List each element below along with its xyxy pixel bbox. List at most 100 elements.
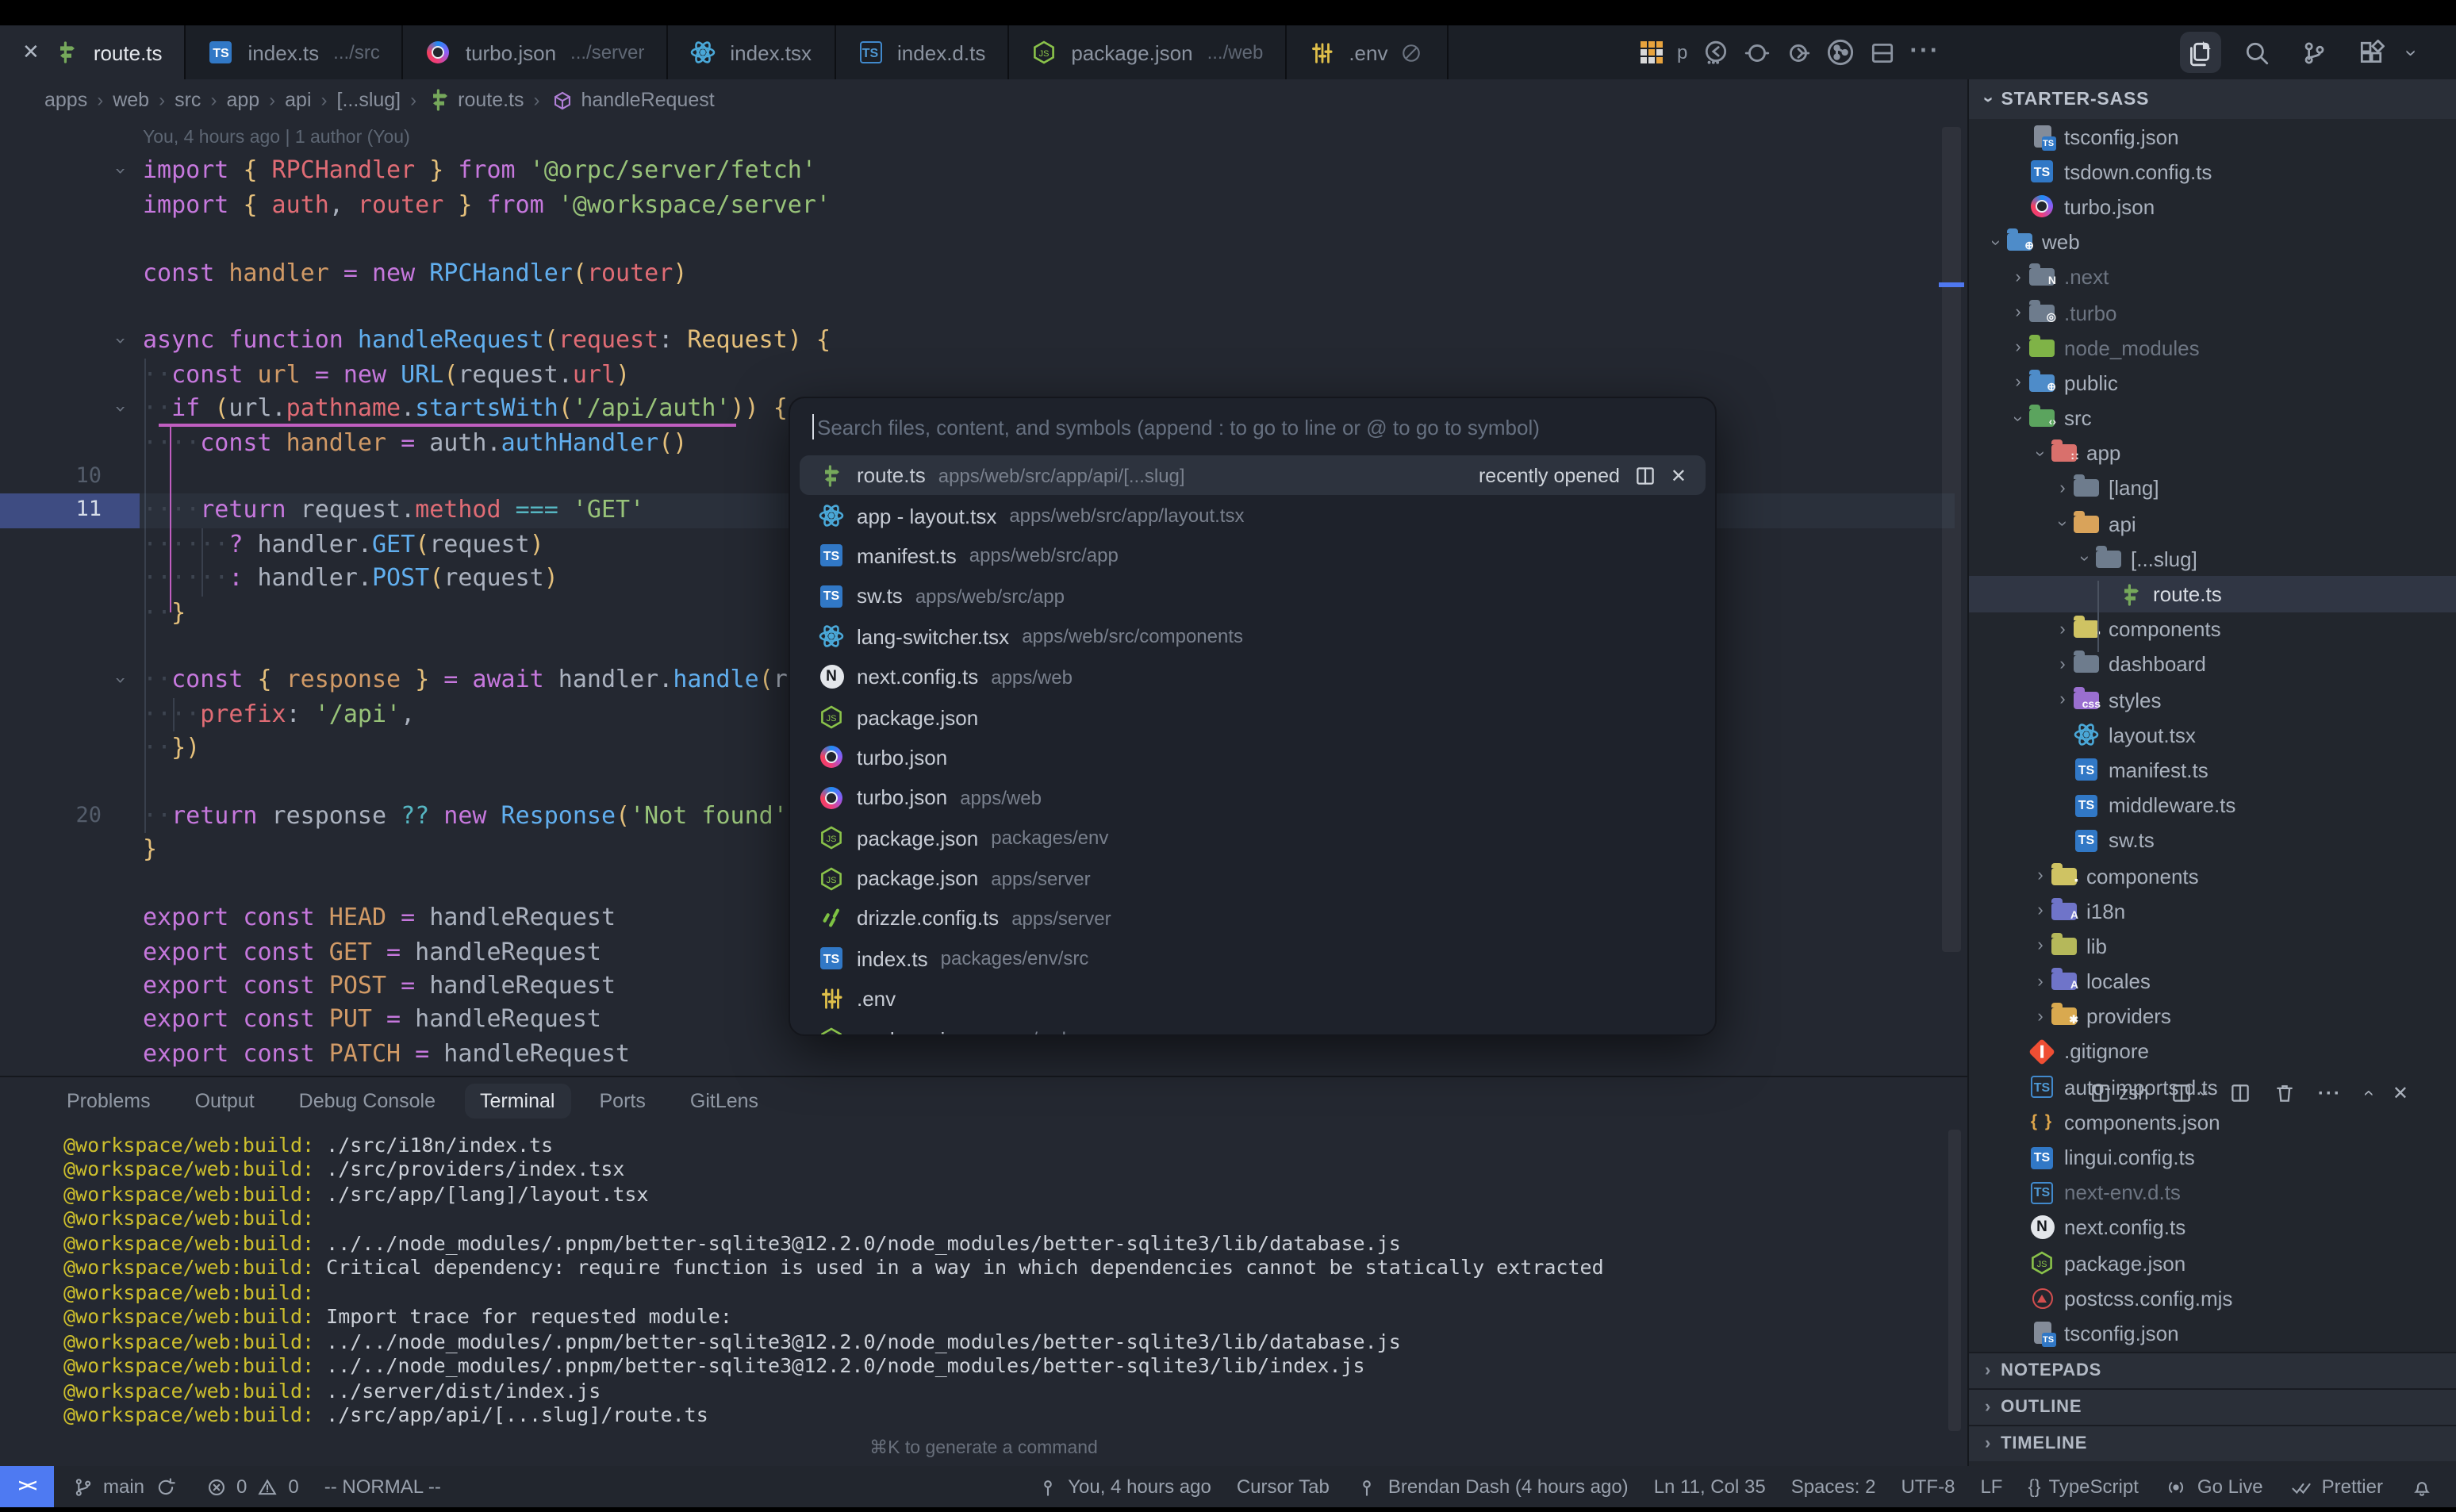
chevron-down-icon[interactable]: ›	[2400, 49, 2423, 56]
tree-item-node_modules[interactable]: ›node_modules	[1969, 330, 2456, 365]
tree-item-[lang][interactable]: ›[lang]	[1969, 471, 2456, 506]
breadcrumb-item[interactable]: app	[226, 89, 259, 111]
sidebar-section-OUTLINE[interactable]: ›OUTLINE	[1969, 1387, 2456, 1424]
language-status[interactable]: {} TypeScript	[2028, 1476, 2138, 1498]
cursor-tab-status[interactable]: Cursor Tab	[1237, 1476, 1330, 1498]
breadcrumb-item[interactable]: handleRequest	[550, 87, 715, 113]
tree-item-.turbo[interactable]: ›◎.turbo	[1969, 295, 2456, 330]
quick-open-item-next.config.ts[interactable]: Nnext.config.tsapps/web	[800, 657, 1706, 697]
tree-item-layout.tsx[interactable]: layout.tsx	[1969, 717, 2456, 752]
panel-tab-Output[interactable]: Output	[179, 1084, 271, 1119]
tree-item-middleware.ts[interactable]: TSmiddleware.ts	[1969, 788, 2456, 823]
explorer-header[interactable]: › STARTER-SASS	[1969, 79, 2456, 119]
terminal-output[interactable]: @workspace/web:build: ./src/i18n/index.t…	[63, 1133, 1604, 1427]
panel-tab-Problems[interactable]: Problems	[51, 1084, 167, 1119]
quick-open-item-package.json[interactable]: JSpackage.json	[800, 697, 1706, 738]
terminal-shell-item[interactable]: zsh	[2089, 1082, 2148, 1104]
quick-open-item-manifest.ts[interactable]: TSmanifest.tsapps/web/src/app	[800, 536, 1706, 577]
blame-status[interactable]: You, 4 hours ago	[1034, 1474, 1211, 1499]
quick-open-item-route.ts[interactable]: route.tsapps/web/src/app/api/[...slug]re…	[800, 455, 1706, 496]
tree-item-api[interactable]: ›api	[1969, 506, 2456, 541]
quick-open-item-index.ts[interactable]: TSindex.tspackages/env/src	[800, 938, 1706, 979]
close-panel-icon[interactable]: ✕	[2393, 1082, 2408, 1104]
tree-item-app[interactable]: ›∷app	[1969, 436, 2456, 470]
breadcrumb-item[interactable]: src	[175, 89, 201, 111]
quick-open-item-drizzle.config.ts[interactable]: drizzle.config.tsapps/server	[800, 899, 1706, 939]
extension-grid-icon[interactable]	[1641, 41, 1663, 63]
tree-item-lingui.config.ts[interactable]: TSlingui.config.ts	[1969, 1140, 2456, 1175]
split-terminal-button[interactable]: ›	[2171, 1082, 2207, 1104]
quick-open-input[interactable]: Search files, content, and symbols (appe…	[790, 398, 1715, 455]
nav-back-icon[interactable]	[1702, 39, 1729, 66]
editor-tab-package.json[interactable]: JSpackage.json.../web	[1009, 25, 1287, 79]
search-icon[interactable]	[2236, 32, 2278, 73]
tree-item-providers[interactable]: ›✱providers	[1969, 999, 2456, 1034]
tree-item-.gitignore[interactable]: .gitignore	[1969, 1034, 2456, 1069]
indentation-status[interactable]: Spaces: 2	[1791, 1476, 1876, 1498]
git-branch-status[interactable]: main	[70, 1474, 178, 1499]
breadcrumb-item[interactable]: web	[113, 89, 149, 111]
tree-item-.next[interactable]: ›N.next	[1969, 260, 2456, 295]
panel-tab-GitLens[interactable]: GitLens	[674, 1084, 774, 1119]
editor-tab-route.ts[interactable]: ✕route.ts	[0, 25, 186, 79]
editor-tab-index.ts[interactable]: TSindex.ts.../src	[186, 25, 404, 79]
split-editor-icon[interactable]	[1868, 39, 1895, 66]
editor-tab-index.d.ts[interactable]: TSindex.d.ts	[835, 25, 1009, 79]
more-actions-icon[interactable]: ···	[2318, 1082, 2342, 1104]
close-icon[interactable]: ✕	[1671, 464, 1687, 486]
problems-status[interactable]: 0 0	[203, 1474, 299, 1499]
breadcrumb-item[interactable]: [...slug]	[337, 89, 401, 111]
tree-item-styles[interactable]: ›cssstyles	[1969, 682, 2456, 717]
quick-open-item-turbo.json[interactable]: turbo.json	[800, 737, 1706, 777]
quick-open-item-sw.ts[interactable]: TSsw.tsapps/web/src/app	[800, 576, 1706, 616]
panel-tab-Terminal[interactable]: Terminal	[464, 1084, 571, 1119]
breadcrumb-item[interactable]: api	[285, 89, 311, 111]
tree-item-turbo.json[interactable]: turbo.json	[1969, 190, 2456, 224]
tree-item-i18n[interactable]: ›Ai18n	[1969, 893, 2456, 928]
tree-item-route.ts[interactable]: route.ts	[1969, 577, 2456, 612]
trash-icon[interactable]	[2274, 1082, 2296, 1104]
source-control-icon[interactable]	[2293, 32, 2335, 73]
tree-item-next.config.ts[interactable]: Nnext.config.ts	[1969, 1211, 2456, 1245]
tree-item-public[interactable]: ›⊕public	[1969, 366, 2456, 401]
tree-item-components.json[interactable]: { }components.json	[1969, 1105, 2456, 1140]
tree-item-tsconfig.json[interactable]: tsconfig.json	[1969, 119, 2456, 154]
terminal-scrollbar[interactable]	[1948, 1130, 1961, 1431]
tree-item-manifest.ts[interactable]: TSmanifest.ts	[1969, 753, 2456, 788]
pin-icon[interactable]: p	[1677, 41, 1687, 63]
tree-item-sw.ts[interactable]: TSsw.ts	[1969, 823, 2456, 858]
panel-tab-Ports[interactable]: Ports	[584, 1084, 662, 1119]
tree-item-locales[interactable]: ›Alocales	[1969, 964, 2456, 999]
tree-item-components[interactable]: ›▪components	[1969, 612, 2456, 647]
notifications-bell[interactable]	[2408, 1474, 2434, 1499]
fold-chevron-icon[interactable]: ›	[108, 155, 133, 189]
tree-item-next-env.d.ts[interactable]: TSnext-env.d.ts	[1969, 1175, 2456, 1210]
quick-open-item-turbo.json[interactable]: turbo.jsonapps/web	[800, 777, 1706, 818]
fold-chevron-icon[interactable]: ›	[108, 324, 133, 359]
editor-tab-index.tsx[interactable]: index.tsx	[668, 25, 835, 79]
close-icon[interactable]: ✕	[22, 40, 40, 65]
tree-item-dashboard[interactable]: ›dashboard	[1969, 647, 2456, 682]
breadcrumb-item[interactable]: route.ts	[426, 87, 524, 113]
split-panel-icon[interactable]	[2229, 1082, 2251, 1104]
tree-item-[...slug][interactable]: ›[...slug]	[1969, 542, 2456, 577]
quick-open-item-package.json[interactable]: JSpackage.jsonapps/web	[800, 1019, 1706, 1036]
quick-open-item-.env[interactable]: .env	[800, 979, 1706, 1019]
extensions-icon[interactable]	[2350, 32, 2392, 73]
sidebar-section-TIMELINE[interactable]: ›TIMELINE	[1969, 1424, 2456, 1460]
quick-open-item-package.json[interactable]: JSpackage.jsonpackages/env	[800, 818, 1706, 858]
tree-item-postcss.config.mjs[interactable]: postcss.config.mjs	[1969, 1280, 2456, 1315]
go-live-button[interactable]: Go Live	[2164, 1474, 2263, 1499]
nav-forward-icon[interactable]	[1784, 39, 1811, 66]
editor-scrollbar[interactable]	[1942, 127, 1961, 952]
tree-item-package.json[interactable]: JSpackage.json	[1969, 1245, 2456, 1280]
quick-open-item-lang-switcher.tsx[interactable]: lang-switcher.tsxapps/web/src/components	[800, 616, 1706, 657]
cursor-position[interactable]: Ln 11, Col 35	[1654, 1476, 1766, 1498]
editor-tab-turbo.json[interactable]: turbo.json.../server	[404, 25, 669, 79]
sidebar-section-NOTEPADS[interactable]: ›NOTEPADS	[1969, 1351, 2456, 1387]
editor-tab-.env[interactable]: .env	[1287, 25, 1448, 79]
explorer-view-icon[interactable]	[2179, 32, 2220, 73]
remote-indicator[interactable]: ><	[0, 1466, 54, 1507]
eol-status[interactable]: LF	[1980, 1476, 2002, 1498]
maximize-panel-icon[interactable]: ›	[2356, 1090, 2378, 1096]
